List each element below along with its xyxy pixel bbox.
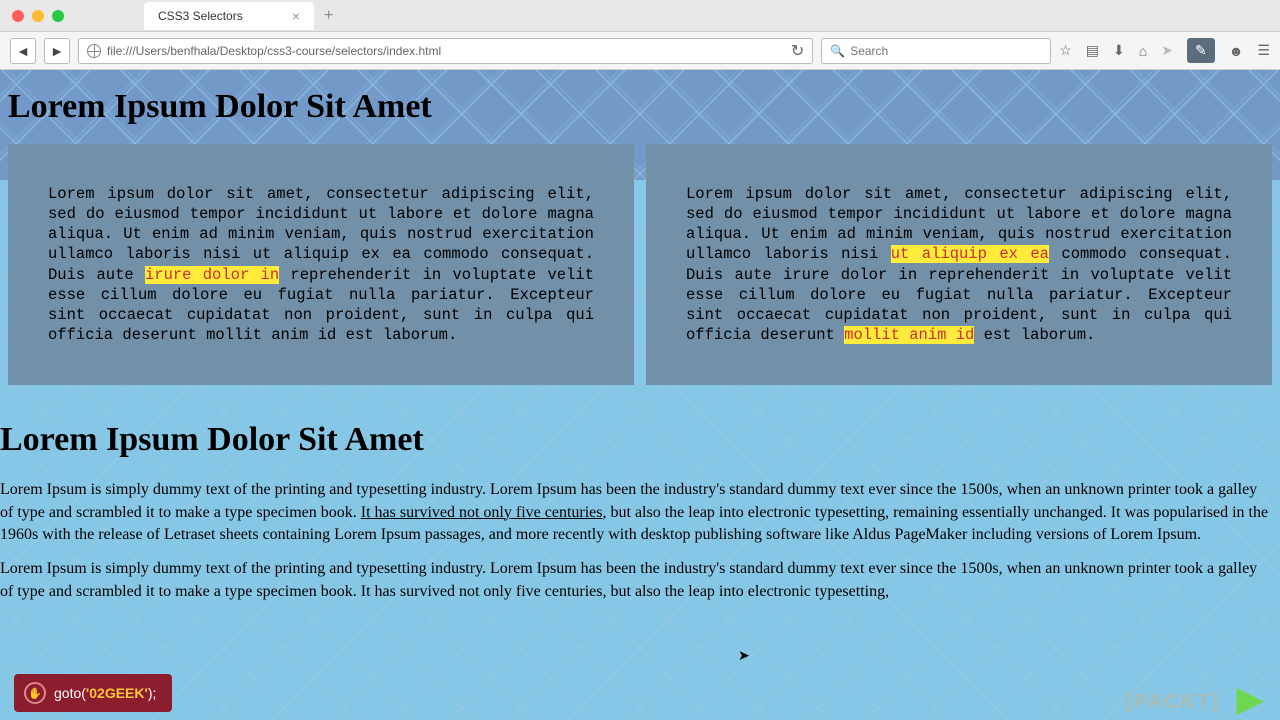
window-chrome: CSS3 Selectors × + bbox=[0, 0, 1280, 32]
tab-title: CSS3 Selectors bbox=[158, 9, 243, 23]
globe-icon bbox=[87, 44, 101, 58]
text-box-1: Lorem ipsum dolor sit amet, consectetur … bbox=[8, 144, 634, 385]
downloads-icon[interactable]: ⬇ bbox=[1113, 42, 1125, 59]
tab-close-icon[interactable]: × bbox=[292, 8, 300, 24]
columns: Lorem ipsum dolor sit amet, consectetur … bbox=[0, 144, 1280, 385]
reader-icon[interactable]: ▤ bbox=[1086, 42, 1099, 59]
bookmark-icon[interactable]: ☆ bbox=[1059, 42, 1072, 59]
menu-icon[interactable]: ☰ bbox=[1257, 42, 1270, 59]
page-viewport: Lorem Ipsum Dolor Sit Amet Lorem ipsum d… bbox=[0, 70, 1280, 720]
maximize-window-button[interactable] bbox=[52, 10, 64, 22]
highlight-1: irure dolor in bbox=[145, 266, 279, 284]
body-paragraph-2: Lorem Ipsum is simply dummy text of the … bbox=[0, 556, 1280, 613]
play-button-icon[interactable]: ▶ bbox=[1236, 678, 1264, 720]
logo-icon: ✋ bbox=[24, 682, 46, 704]
watermark: [PACKT] bbox=[1125, 691, 1220, 714]
paragraph-1: Lorem ipsum dolor sit amet, consectetur … bbox=[48, 184, 594, 345]
search-bar[interactable]: 🔍 bbox=[821, 38, 1051, 64]
text-box-2: Lorem ipsum dolor sit amet, consectetur … bbox=[646, 144, 1272, 385]
traffic-lights bbox=[12, 10, 64, 22]
home-icon[interactable]: ⌂ bbox=[1139, 43, 1147, 59]
browser-toolbar: ◄ ► file:///Users/benfhala/Desktop/css3-… bbox=[0, 32, 1280, 70]
search-icon: 🔍 bbox=[830, 44, 845, 58]
highlight-2a: ut aliquip ex ea bbox=[891, 245, 1049, 263]
body-paragraph-1: Lorem Ipsum is simply dummy text of the … bbox=[0, 477, 1280, 556]
code-string: '02GEEK' bbox=[86, 685, 148, 701]
url-text: file:///Users/benfhala/Desktop/css3-cour… bbox=[107, 44, 441, 58]
chat-icon[interactable]: ☻ bbox=[1229, 43, 1244, 59]
cursor-icon: ➤ bbox=[738, 647, 750, 664]
section-title: Lorem Ipsum Dolor Sit Amet bbox=[0, 403, 1280, 477]
underlined-text: It has survived not only five centuries bbox=[361, 504, 603, 521]
developer-button[interactable]: ✎ bbox=[1187, 38, 1215, 63]
search-input[interactable] bbox=[850, 44, 1042, 58]
paragraph-2: Lorem ipsum dolor sit amet, consectetur … bbox=[686, 184, 1232, 345]
minimize-window-button[interactable] bbox=[32, 10, 44, 22]
browser-tab[interactable]: CSS3 Selectors × bbox=[144, 2, 314, 30]
close-window-button[interactable] bbox=[12, 10, 24, 22]
page-title: Lorem Ipsum Dolor Sit Amet bbox=[0, 70, 1280, 144]
send-icon[interactable]: ➤ bbox=[1161, 42, 1173, 59]
url-bar[interactable]: file:///Users/benfhala/Desktop/css3-cour… bbox=[78, 38, 813, 64]
new-tab-button[interactable]: + bbox=[324, 7, 333, 25]
video-caption-bar: ✋ goto('02GEEK'); bbox=[14, 674, 172, 712]
reload-icon[interactable]: ↻ bbox=[791, 41, 804, 61]
back-button[interactable]: ◄ bbox=[10, 38, 36, 64]
forward-button[interactable]: ► bbox=[44, 38, 70, 64]
toolbar-icons: ☆ ▤ ⬇ ⌂ ➤ ✎ ☻ ☰ bbox=[1059, 38, 1270, 63]
highlight-2b: mollit anim id bbox=[844, 326, 974, 344]
